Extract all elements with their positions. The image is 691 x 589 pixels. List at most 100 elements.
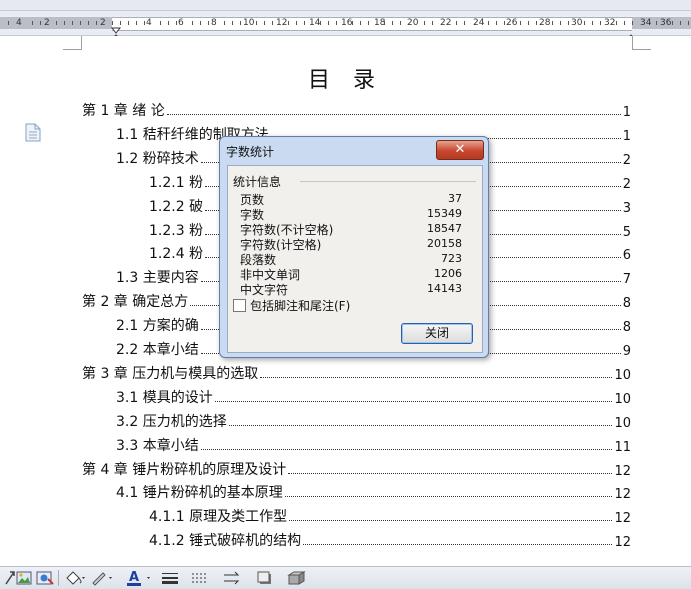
ruler-tick (632, 21, 633, 25)
toc-entry-text: 3.3 本章小结 (116, 437, 199, 454)
ruler-tick (368, 21, 369, 25)
toc-entry[interactable]: 4.1.1 原理及类工作型 12 (149, 506, 631, 526)
toc-entry-text: 3.1 模具的设计 (116, 389, 213, 406)
ruler-number: 34 (640, 18, 652, 28)
dialog-title: 字数统计 (226, 145, 275, 159)
page-corner-mark (63, 36, 82, 50)
toc-entry[interactable]: 4.1 锤片粉碎机的基本原理 12 (116, 482, 631, 502)
toc-entry[interactable]: 4.1.2 锤式破碎机的结构 12 (149, 530, 631, 550)
toc-page-number: 11 (614, 439, 631, 455)
toc-entry-text: 2.1 方案的确 (116, 318, 199, 335)
ruler-tick (136, 21, 137, 25)
toc-entry[interactable]: 3.2 压力机的选择 10 (116, 411, 631, 431)
ruler-tick (272, 21, 273, 25)
line-style-icon[interactable] (160, 570, 180, 586)
ruler-number: 6 (178, 18, 184, 28)
ruler-tick (192, 21, 193, 25)
toc-leader-dots (228, 424, 613, 426)
3d-icon[interactable] (286, 570, 308, 586)
close-icon[interactable]: ✕ (436, 140, 484, 160)
ruler-tick (504, 21, 505, 25)
svg-text:A: A (129, 570, 139, 585)
toc-entry-text: 3.2 压力机的选择 (116, 413, 227, 430)
document-icon[interactable] (25, 123, 41, 142)
ruler-number: 20 (407, 18, 419, 28)
ruler-tick (64, 21, 65, 25)
toc-entry-text: 第 4 章 锤片粉碎机的原理及设计 (82, 461, 287, 478)
ruler-number: 36 (660, 18, 672, 28)
toc-page-number: 12 (614, 535, 631, 551)
ruler-tick (88, 21, 89, 25)
toc-entry-text: 1.2.1 粉 (149, 174, 204, 191)
picture-icon[interactable] (16, 570, 32, 586)
toc-entry-text: 第 2 章 确定总方 (82, 294, 189, 311)
toc-entry[interactable]: 第 1 章 绪 论 1 (82, 100, 631, 120)
toc-page-number: 10 (614, 415, 631, 431)
ruler-tick (328, 21, 329, 25)
ruler-tick (304, 21, 305, 25)
ruler-tick (352, 21, 353, 25)
toc-entry-text: 2.2 本章小结 (116, 342, 199, 358)
include-footnotes-checkbox[interactable] (233, 299, 246, 312)
toc-leader-dots (200, 448, 613, 450)
toc-page-number: 6 (622, 248, 631, 264)
ruler-tick (208, 21, 209, 25)
dialog-title-bar[interactable]: 字数统计 ✕ (220, 137, 488, 163)
toc-leader-dots (289, 519, 613, 522)
toc-page-number: 8 (622, 320, 631, 336)
toc-entry[interactable]: 3.1 模具的设计 10 (116, 387, 631, 407)
ruler-number: 24 (473, 18, 485, 28)
ruler-number: 2 (100, 18, 106, 28)
arrow-style-icon[interactable] (222, 570, 244, 586)
ruler-tick (320, 21, 321, 25)
toc-leader-dots (260, 376, 613, 378)
ruler-number: 12 (276, 18, 288, 28)
toc-entry[interactable]: 第 3 章 压力机与模具的选取 10 (82, 363, 631, 383)
draw-arrow-icon[interactable] (4, 570, 16, 586)
close-button[interactable]: 关闭 (401, 323, 473, 344)
toc-leader-dots (284, 495, 613, 498)
toc-entry[interactable]: 第 4 章 锤片粉碎机的原理及设计 12 (82, 459, 631, 479)
drawing-toolbar: A (0, 566, 691, 589)
shadow-icon[interactable] (256, 570, 274, 586)
ruler-number: 16 (341, 18, 353, 28)
ruler-tick (392, 21, 393, 25)
toc-page-number: 2 (622, 152, 631, 168)
toc-entry-text: 1.2 粉碎技术 (116, 150, 199, 167)
title-bar-edge (0, 0, 691, 11)
word-count-dialog[interactable]: 字数统计 ✕ 统计信息 页数 37 字数 15349 字符数(不计空格) 18547 字符数… (219, 136, 489, 358)
ruler-tick (80, 21, 81, 25)
toolbar-separator (58, 570, 59, 586)
clipart-icon[interactable] (36, 570, 54, 586)
ruler-number: 8 (211, 18, 217, 28)
include-footnotes-label[interactable]: 包括脚注和尾注(F) (250, 297, 350, 314)
toc-leader-dots (214, 400, 613, 402)
ruler-number: 30 (571, 18, 583, 28)
stat-value: 723 (441, 252, 462, 265)
stat-value: 14143 (427, 282, 462, 295)
stat-value: 18547 (427, 222, 462, 235)
toc-entry-text: 4.1 锤片粉碎机的基本原理 (116, 485, 283, 502)
toc-entry[interactable]: 3.3 本章小结 11 (116, 435, 631, 455)
ruler-tick (536, 21, 537, 25)
fill-color-icon[interactable] (64, 570, 86, 586)
page-corner-mark (632, 36, 651, 50)
ruler-tick (336, 21, 337, 25)
dash-style-icon[interactable] (190, 570, 210, 586)
ruler-tick (288, 21, 289, 25)
ruler-number: 4 (16, 18, 22, 28)
ruler-tick (680, 21, 681, 25)
toc-entry-text: 1.2.3 粉 (149, 222, 204, 239)
ruler-tick (488, 21, 489, 25)
ruler-number: 2 (44, 18, 50, 28)
line-color-icon[interactable] (90, 570, 114, 586)
toc-page-number: 12 (614, 463, 631, 479)
toc-leader-dots (288, 472, 613, 474)
ruler-tick (688, 21, 689, 25)
ruler-tick (400, 21, 401, 25)
horizontal-ruler[interactable]: 4 2 2 4 6 8 10 12 14 16 18 20 22 24 26 28 30 32 34 36 (0, 11, 691, 46)
toc-entry-text: 1.2.2 破 (149, 198, 204, 215)
stat-value: 20158 (427, 237, 462, 250)
ruler-tick (264, 21, 265, 25)
font-color-icon[interactable]: A (125, 570, 155, 586)
